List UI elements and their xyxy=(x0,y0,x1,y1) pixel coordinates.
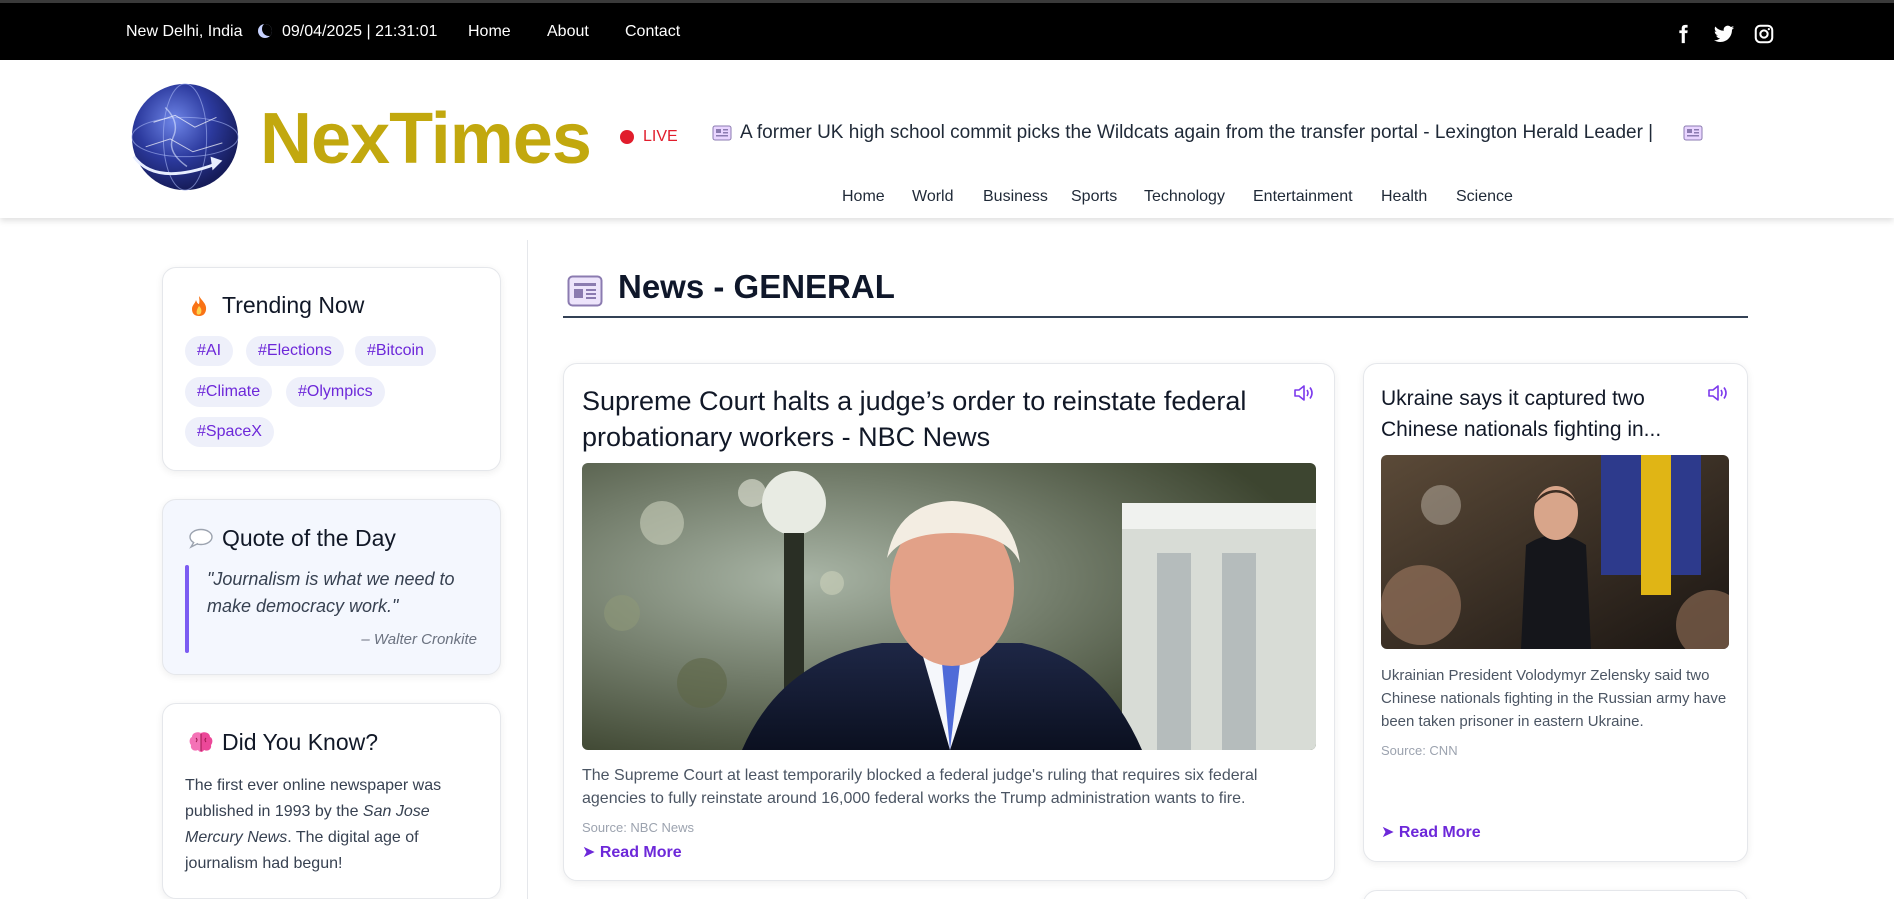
location-text: New Delhi, India xyxy=(126,23,243,40)
article-source: Source: CNN xyxy=(1381,743,1458,758)
column-divider xyxy=(527,240,528,899)
nav-home[interactable]: Home xyxy=(842,188,885,206)
nav-entertainment[interactable]: Entertainment xyxy=(1253,188,1353,206)
trending-tag[interactable]: #AI xyxy=(185,336,234,366)
twitter-icon[interactable] xyxy=(1712,23,1736,45)
read-more-link[interactable]: ➤ Read More xyxy=(582,842,682,862)
top-nav-about[interactable]: About xyxy=(547,23,589,41)
ticker-item[interactable]: A former UK high school commit picks the… xyxy=(740,122,1653,143)
nav-business[interactable]: Business xyxy=(983,188,1048,206)
brand-title[interactable]: NexTimes xyxy=(260,98,592,180)
did-you-know-title: Did You Know? xyxy=(222,729,379,755)
moon-icon xyxy=(258,24,272,38)
trending-tag[interactable]: #SpaceX xyxy=(185,417,274,447)
article-source: Source: NBC News xyxy=(582,820,694,835)
quote-text: "Journalism is what we need to make demo… xyxy=(207,569,455,616)
read-more-link[interactable]: ➤ Read More xyxy=(1381,822,1481,842)
section-divider xyxy=(563,316,1748,318)
article-title[interactable]: Ukraine says it captured two Chinese nat… xyxy=(1381,383,1701,445)
live-indicator-icon xyxy=(620,130,634,144)
instagram-icon[interactable] xyxy=(1753,23,1775,45)
trending-title: Trending Now xyxy=(222,292,365,318)
site-header: NexTimes LIVE A former UK high school co… xyxy=(0,60,1894,218)
article-description: The Supreme Court at least temporarily b… xyxy=(582,767,1258,807)
newspaper-icon xyxy=(712,125,732,141)
section-title: News - GENERAL xyxy=(618,268,895,305)
brain-icon xyxy=(189,732,213,752)
news-ticker[interactable]: A former UK high school commit picks the… xyxy=(712,122,1712,152)
speaker-icon[interactable] xyxy=(1293,384,1315,402)
newspaper-icon xyxy=(1683,125,1703,141)
facebook-icon[interactable] xyxy=(1672,23,1694,45)
nav-technology[interactable]: Technology xyxy=(1144,188,1225,206)
top-nav-contact[interactable]: Contact xyxy=(625,23,680,41)
nav-sports[interactable]: Sports xyxy=(1071,188,1117,206)
globe-logo[interactable] xyxy=(126,78,244,196)
speech-bubble-icon xyxy=(189,528,213,549)
nav-health[interactable]: Health xyxy=(1381,188,1427,206)
trending-tag[interactable]: #Olympics xyxy=(286,377,385,407)
article-photo[interactable] xyxy=(582,463,1316,750)
article-card[interactable] xyxy=(1363,890,1748,899)
top-bar: New Delhi, India 09/04/2025 | 21:31:01 H… xyxy=(0,0,1894,60)
did-you-know-text: The first ever online newspaper was publ… xyxy=(185,773,465,877)
nav-world[interactable]: World xyxy=(912,188,954,206)
quote-accent-bar xyxy=(185,565,189,653)
top-nav-home[interactable]: Home xyxy=(468,23,511,41)
article-photo[interactable] xyxy=(1381,455,1729,649)
article-description: Ukrainian President Volodymyr Zelensky s… xyxy=(1381,667,1727,730)
speaker-icon[interactable] xyxy=(1707,384,1729,402)
quote-author: – Walter Cronkite xyxy=(361,631,477,648)
article-title[interactable]: Supreme Court halts a judge’s order to r… xyxy=(582,383,1282,455)
ticker-item[interactable]: D xyxy=(1711,122,1712,143)
trending-tag[interactable]: #Bitcoin xyxy=(355,336,436,366)
trending-tag[interactable]: #Elections xyxy=(246,336,344,366)
quote-title: Quote of the Day xyxy=(222,525,396,551)
newspaper-icon xyxy=(567,275,603,307)
nav-science[interactable]: Science xyxy=(1456,188,1513,206)
live-label: LIVE xyxy=(643,128,678,145)
fire-icon xyxy=(192,296,207,316)
trending-tag[interactable]: #Climate xyxy=(185,377,273,407)
datetime-text: 09/04/2025 | 21:31:01 xyxy=(282,23,438,40)
